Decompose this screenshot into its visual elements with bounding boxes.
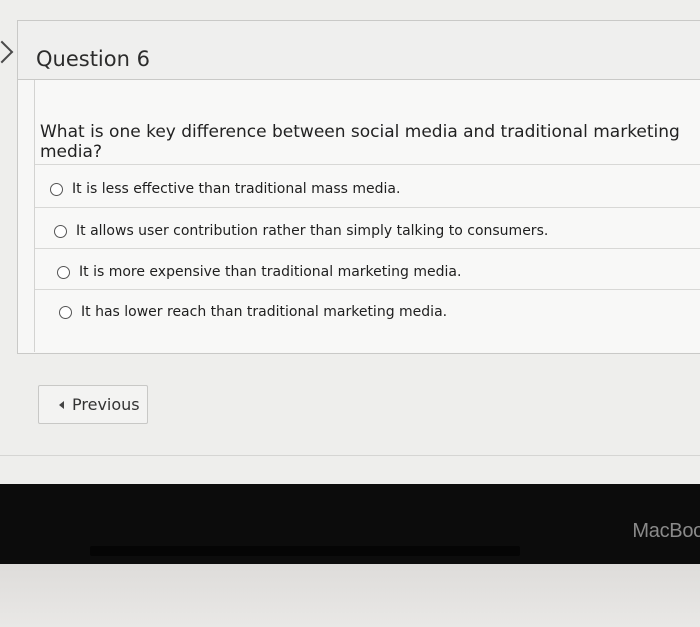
question-body: What is one key difference between socia… <box>34 80 700 352</box>
question-text: What is one key difference between socia… <box>40 122 680 162</box>
radio-button-icon[interactable] <box>50 182 63 196</box>
answer-option-label: It is less effective than traditional ma… <box>72 181 401 197</box>
divider <box>0 455 700 456</box>
divider <box>35 248 700 249</box>
question-header: Question 6 <box>18 21 700 80</box>
laptop-hinge <box>90 546 520 556</box>
answer-option-2[interactable]: It allows user contribution rather than … <box>54 223 548 239</box>
radio-button-icon[interactable] <box>54 224 67 238</box>
answer-option-3[interactable]: It is more expensive than traditional ma… <box>57 264 461 280</box>
answer-option-label: It is more expensive than traditional ma… <box>79 264 462 280</box>
question-title: Question 6 <box>36 47 150 71</box>
previous-button[interactable]: Previous <box>38 385 148 424</box>
question-card: Question 6 What is one key difference be… <box>17 20 700 354</box>
answer-option-label: It allows user contribution rather than … <box>76 223 549 239</box>
screen: Question 6 What is one key difference be… <box>0 0 700 484</box>
divider <box>35 207 700 208</box>
radio-button-icon[interactable] <box>59 305 72 319</box>
caret-left-icon <box>59 400 64 409</box>
chevron-right-icon[interactable] <box>0 40 14 64</box>
previous-button-label: Previous <box>72 395 140 414</box>
answer-option-1[interactable]: It is less effective than traditional ma… <box>50 181 400 197</box>
brand-logo: MacBoo <box>632 520 700 542</box>
laptop-body <box>0 564 700 627</box>
answer-option-label: It has lower reach than traditional mark… <box>81 304 448 320</box>
divider <box>35 164 700 165</box>
divider <box>35 289 700 290</box>
radio-button-icon[interactable] <box>57 265 70 279</box>
answer-option-4[interactable]: It has lower reach than traditional mark… <box>59 304 447 320</box>
